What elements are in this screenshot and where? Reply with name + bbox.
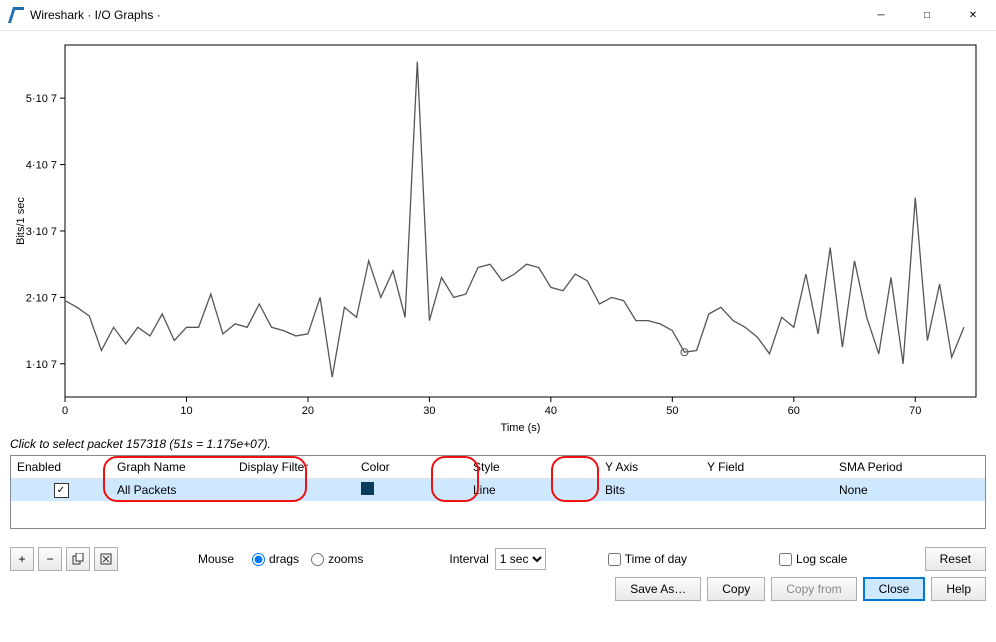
time-of-day-label: Time of day [625,552,687,566]
minimize-button[interactable]: ─ [858,0,904,30]
col-enabled[interactable]: Enabled [11,460,111,474]
svg-text:1·10 7: 1·10 7 [26,359,57,371]
graph-table[interactable]: Enabled Graph Name Display Filter Color … [10,455,986,529]
log-scale-label: Log scale [796,552,847,566]
svg-text:30: 30 [423,405,435,417]
window-title: Wireshark · I/O Graphs · [30,8,161,22]
table-header: Enabled Graph Name Display Filter Color … [11,456,985,479]
duplicate-graph-button[interactable] [66,547,90,571]
svg-text:3·10 7: 3·10 7 [26,226,57,238]
svg-text:50: 50 [666,405,678,417]
title-bar: Wireshark · I/O Graphs · ─ □ ✕ [0,0,996,31]
help-button[interactable]: Help [931,577,986,601]
reset-button[interactable]: Reset [925,547,986,571]
svg-text:60: 60 [788,405,800,417]
close-window-button[interactable]: ✕ [950,0,996,30]
col-sma-period[interactable]: SMA Period [833,460,965,474]
mouse-zooms-radio[interactable] [311,553,324,566]
col-color[interactable]: Color [355,460,467,474]
table-row[interactable]: ✓ All Packets Line Bits None [11,479,985,501]
svg-text:20: 20 [302,405,314,417]
copy-from-button[interactable]: Copy from [771,577,856,601]
svg-text:5·10 7: 5·10 7 [26,93,57,105]
col-display-filter[interactable]: Display Filter [233,460,355,474]
clear-graphs-button[interactable] [94,547,118,571]
col-y-field[interactable]: Y Field [701,460,833,474]
svg-text:70: 70 [909,405,921,417]
wireshark-icon [8,7,24,23]
maximize-button[interactable]: □ [904,0,950,30]
row-color-swatch[interactable] [361,482,374,495]
row-enabled-checkbox[interactable]: ✓ [54,483,69,498]
svg-text:0: 0 [62,405,68,417]
svg-text:2·10 7: 2·10 7 [26,292,57,304]
col-graph-name[interactable]: Graph Name [111,460,233,474]
mouse-drags-radio[interactable] [252,553,265,566]
interval-label: Interval [449,552,488,566]
copy-button[interactable]: Copy [707,577,765,601]
footer-row: Save As… Copy Copy from Close Help [10,577,986,601]
add-graph-button[interactable]: + [10,547,34,571]
mouse-drags-label: drags [269,552,299,566]
row-y-axis[interactable]: Bits [599,483,701,497]
col-y-axis[interactable]: Y Axis [599,460,701,474]
svg-text:Time (s): Time (s) [501,422,541,434]
controls-row: + − Mouse drags zooms Interval 1 sec Tim… [10,547,986,571]
save-as-button[interactable]: Save As… [615,577,701,601]
interval-select[interactable]: 1 sec [495,548,546,570]
log-scale-checkbox[interactable] [779,553,792,566]
window-buttons: ─ □ ✕ [858,0,996,30]
row-style[interactable]: Line [467,483,599,497]
col-style[interactable]: Style [467,460,599,474]
row-sma-period[interactable]: None [833,483,965,497]
packet-hint: Click to select packet 157318 (51s = 1.1… [10,437,986,451]
mouse-label: Mouse [198,552,234,566]
row-graph-name[interactable]: All Packets [111,483,233,497]
io-graph[interactable]: 1·10 7 2·10 7 3·10 7 4·10 7 5·10 7 0 10 20 30 40 5… [10,35,986,435]
time-of-day-checkbox[interactable] [608,553,621,566]
svg-text:10: 10 [180,405,192,417]
remove-graph-button[interactable]: − [38,547,62,571]
svg-text:40: 40 [545,405,557,417]
svg-text:Bits/1 sec: Bits/1 sec [15,197,27,245]
chart-area[interactable]: 1·10 7 2·10 7 3·10 7 4·10 7 5·10 7 0 10 20 30 40 5… [10,35,986,435]
svg-text:4·10 7: 4·10 7 [26,160,57,172]
close-button[interactable]: Close [863,577,926,601]
mouse-zooms-label: zooms [328,552,363,566]
